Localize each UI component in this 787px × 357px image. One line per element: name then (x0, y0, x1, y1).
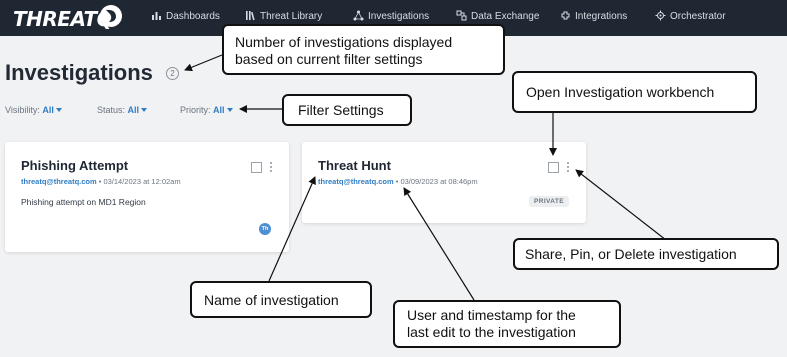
callout-investigation-name: Name of investigation (190, 281, 372, 318)
callout-text: Filter Settings (298, 102, 384, 118)
callout-text: Number of investigations displayed (235, 34, 453, 50)
callout-text: Open Investigation workbench (526, 84, 715, 100)
callout-text: Name of investigation (204, 292, 339, 308)
callout-filters: Filter Settings (282, 94, 412, 126)
callout-share-pin-delete: Share, Pin, or Delete investigation (513, 238, 779, 270)
callout-text: Share, Pin, or Delete investigation (525, 246, 737, 262)
callout-text: User and timestamp for the (407, 307, 576, 323)
callout-user-timestamp: User and timestamp for the last edit to … (393, 300, 621, 348)
callout-text: based on current filter settings (235, 51, 423, 67)
callout-count: Number of investigations displayed based… (222, 24, 505, 75)
callout-text: last edit to the investigation (407, 324, 576, 340)
callout-open-workbench: Open Investigation workbench (512, 71, 757, 113)
